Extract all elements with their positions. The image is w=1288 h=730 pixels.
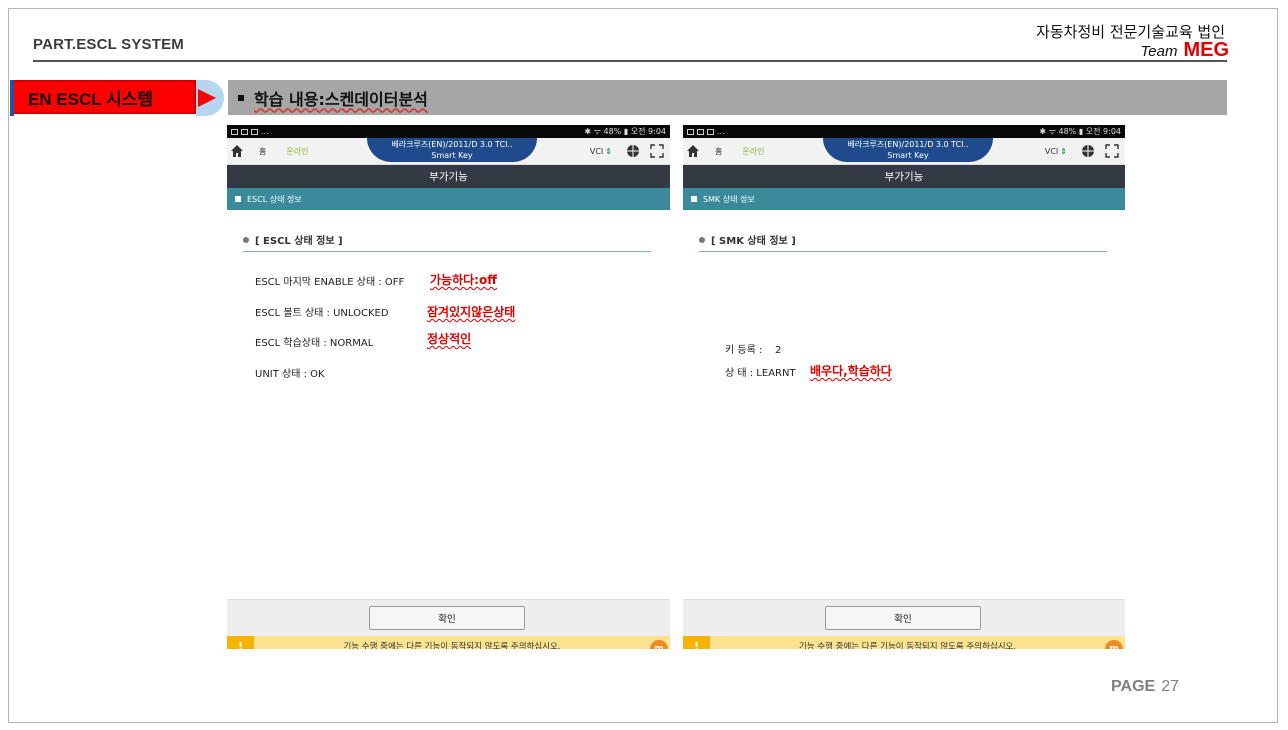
annotation-note: 가능하다:off	[430, 273, 497, 287]
page-label: PAGE	[1111, 678, 1156, 695]
info-heading: [ ESCL 상태 정보 ]	[243, 232, 651, 252]
section-tag-accent	[10, 80, 14, 116]
annotation-note: 배우다,학습하다	[810, 364, 892, 378]
section-header: SMK 상태 정보	[683, 188, 1125, 210]
warning-bar: ! 기능 수행 중에는 다른 기능이 동작되지 않도록 주의하십시오. m	[683, 636, 1125, 649]
info-row: ESCL 마지막 ENABLE 상태 : OFF	[255, 277, 405, 288]
section-label: ESCL 상태 정보	[247, 194, 302, 204]
status-bar: ... ✱ ᯤ 48% ▮ 오전 9:04	[227, 125, 670, 138]
page-value: 27	[1161, 678, 1179, 695]
warning-bar: ! 기능 수행 중에는 다른 기능이 동작되지 않도록 주의하십시오. m	[227, 636, 670, 649]
globe-icon[interactable]	[626, 144, 640, 158]
notification-icon	[697, 128, 704, 135]
notification-icon	[251, 128, 258, 135]
info-heading-label: [ ESCL 상태 정보 ]	[255, 236, 343, 247]
warning-text: 기능 수행 중에는 다른 기능이 동작되지 않도록 주의하십시오.	[798, 642, 1017, 649]
expand-icon[interactable]	[1105, 144, 1119, 158]
bluetooth-icon: ⇕	[605, 146, 612, 156]
globe-icon[interactable]	[1081, 144, 1095, 158]
screen-title: 부가기능	[683, 165, 1125, 188]
screen-title: 부가기능	[227, 165, 670, 188]
vehicle-system: Smart Key	[431, 151, 473, 160]
status-more: ...	[261, 127, 269, 136]
warning-icon: !	[683, 636, 710, 649]
status-bar: ... ✱ ᯤ 48% ▮ 오전 9:04	[683, 125, 1125, 138]
home-label[interactable]: 홈	[715, 146, 722, 157]
info-row: 상 태 : LEARNT	[725, 368, 796, 379]
expand-icon[interactable]	[650, 144, 664, 158]
vci-label: VCI	[589, 146, 604, 156]
bluetooth-icon: ⇕	[1060, 146, 1067, 156]
notification-icon	[231, 128, 238, 135]
slide: PART.ESCL SYSTEM 자동차정비 전문기술교육 법인 Team MEG…	[8, 8, 1278, 723]
topic-label: 학습 내용:스켄데이터분석	[254, 89, 428, 109]
screenshot-smk: ... ✱ ᯤ 48% ▮ 오전 9:04 홈 온라인 베라크루즈(EN)/20…	[683, 125, 1125, 649]
vci-status: VCI ⇕	[1045, 147, 1067, 156]
home-label[interactable]: 홈	[259, 146, 266, 157]
team-prefix: Team	[1140, 43, 1178, 60]
info-heading-label: [ SMK 상태 정보 ]	[711, 236, 796, 247]
vehicle-model: 베라크루즈(EN)/2011/D 3.0 TCI..	[391, 140, 513, 149]
team-logo: Team MEG	[1140, 39, 1229, 62]
square-icon	[691, 196, 697, 202]
status-right: ✱ ᯤ 48% ▮ 오전 9:04	[584, 127, 666, 136]
screenshot-escl: ... ✱ ᯤ 48% ▮ 오전 9:04 홈 온라인 베라크루즈(EN)/20…	[227, 125, 670, 649]
arrow-right-icon	[196, 80, 224, 116]
status-right: ✱ ᯤ 48% ▮ 오전 9:04	[1039, 127, 1121, 136]
footer-bar: 확인	[227, 599, 670, 636]
vehicle-model: 베라크루즈(EN)/2011/D 3.0 TCI..	[847, 140, 969, 149]
footer-bar: 확인	[683, 599, 1125, 636]
app-bar: 홈 온라인 베라크루즈(EN)/2011/D 3.0 TCI.. Smart K…	[683, 138, 1125, 165]
section-header: ESCL 상태 정보	[227, 188, 670, 210]
notification-icon	[241, 128, 248, 135]
bullet-icon	[238, 94, 244, 101]
bullet-icon	[699, 236, 705, 243]
app-bar: 홈 온라인 베라크루즈(EN)/2011/D 3.0 TCI.. Smart K…	[227, 138, 670, 165]
confirm-button[interactable]: 확인	[369, 606, 525, 630]
online-status: 온라인	[286, 146, 309, 156]
vci-status: VCI ⇕	[590, 147, 612, 156]
info-row: ESCL 볼트 상태 : UNLOCKED	[255, 308, 389, 319]
vci-label: VCI	[1044, 146, 1059, 156]
annotation-note: 잠겨있지않은상태	[427, 305, 516, 319]
warning-icon: !	[227, 636, 254, 649]
square-icon	[235, 196, 241, 202]
page-number: PAGE 27	[1111, 678, 1179, 696]
section-tag: EN ESCL 시스템	[10, 80, 196, 114]
bullet-icon	[243, 236, 249, 243]
notification-icon	[707, 128, 714, 135]
warning-text: 기능 수행 중에는 다른 기능이 동작되지 않도록 주의하십시오.	[343, 642, 561, 649]
annotation-note: 정상적인	[427, 332, 472, 346]
brand-logo-icon: m	[1105, 640, 1123, 649]
brand-logo-icon: m	[650, 640, 668, 649]
info-heading: [ SMK 상태 정보 ]	[699, 232, 1107, 252]
vehicle-info: 베라크루즈(EN)/2011/D 3.0 TCI.. Smart Key	[823, 138, 993, 162]
confirm-button[interactable]: 확인	[825, 606, 981, 630]
part-title: PART.ESCL SYSTEM	[33, 36, 185, 53]
team-name: MEG	[1183, 39, 1229, 61]
vehicle-info: 베라크루즈(EN)/2011/D 3.0 TCI.. Smart Key	[367, 138, 537, 162]
info-row: ESCL 학습상태 : NORMAL	[255, 338, 374, 349]
online-status: 온라인	[742, 146, 765, 156]
notification-icon	[687, 128, 694, 135]
home-icon[interactable]	[686, 144, 700, 158]
info-row: UNIT 상태 : OK	[255, 369, 325, 380]
info-row: 키 등록 : 2	[725, 345, 782, 356]
header-divider	[33, 60, 1227, 62]
status-more: ...	[717, 127, 725, 136]
topic-bar: 학습 내용:스켄데이터분석	[228, 80, 1227, 115]
vehicle-system: Smart Key	[887, 151, 929, 160]
section-label: SMK 상태 정보	[703, 194, 755, 204]
home-icon[interactable]	[230, 144, 244, 158]
